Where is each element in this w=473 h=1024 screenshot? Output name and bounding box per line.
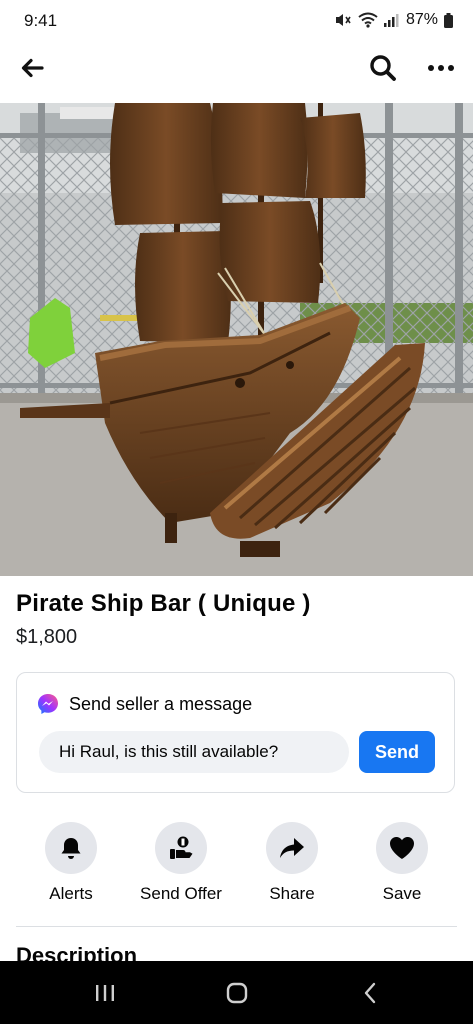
alerts-circle[interactable] bbox=[45, 822, 97, 874]
wifi-icon bbox=[358, 12, 378, 28]
listing-title: Pirate Ship Bar ( Unique ) bbox=[16, 590, 311, 617]
battery-icon bbox=[444, 12, 453, 28]
save-button[interactable]: Save bbox=[347, 822, 457, 904]
send-offer-button[interactable]: Send Offer bbox=[126, 822, 236, 904]
more-icon bbox=[428, 65, 454, 71]
back-button[interactable] bbox=[12, 48, 52, 88]
share-icon bbox=[280, 838, 304, 858]
status-icons: 87% bbox=[334, 11, 453, 29]
send-button[interactable]: Send bbox=[359, 731, 435, 773]
share-label: Share bbox=[269, 884, 315, 903]
more-button[interactable] bbox=[421, 48, 461, 88]
alerts-label: Alerts bbox=[49, 884, 93, 903]
listing-photo[interactable] bbox=[0, 103, 473, 576]
recents-icon bbox=[96, 985, 114, 1001]
send-offer-label: Send Offer bbox=[140, 884, 222, 903]
divider bbox=[16, 926, 457, 927]
message-input[interactable] bbox=[39, 731, 349, 773]
save-circle[interactable] bbox=[376, 822, 428, 874]
recents-button[interactable] bbox=[85, 977, 125, 1009]
signal-icon bbox=[383, 14, 399, 27]
message-header-text: Send seller a message bbox=[69, 693, 253, 714]
back-arrow-icon bbox=[21, 58, 44, 78]
message-header: Send seller a message bbox=[37, 693, 252, 715]
app-bar bbox=[0, 44, 473, 100]
home-button[interactable] bbox=[217, 977, 257, 1009]
message-seller-card: Send seller a message Send bbox=[16, 672, 455, 793]
save-label: Save bbox=[382, 884, 422, 903]
search-icon bbox=[370, 55, 396, 81]
bell-icon bbox=[61, 838, 81, 859]
action-row: Alerts Send Offer Share Save bbox=[16, 822, 457, 912]
back-icon bbox=[364, 982, 376, 1004]
nav-back-button[interactable] bbox=[350, 977, 390, 1009]
share-circle[interactable] bbox=[266, 822, 318, 874]
mute-icon bbox=[335, 14, 351, 26]
pirate-ship-image bbox=[0, 103, 473, 576]
messenger-icon bbox=[38, 694, 58, 714]
status-bar: 9:41 87% bbox=[0, 0, 473, 44]
alerts-button[interactable]: Alerts bbox=[16, 822, 126, 904]
home-icon bbox=[226, 982, 248, 1004]
battery-percent: 87% bbox=[405, 11, 438, 28]
search-button[interactable] bbox=[363, 48, 403, 88]
system-nav-bar bbox=[0, 961, 473, 1024]
send-offer-circle[interactable] bbox=[155, 822, 207, 874]
status-time: 9:41 bbox=[24, 11, 58, 30]
heart-icon bbox=[390, 837, 414, 859]
listing-price: $1,800 bbox=[16, 626, 78, 648]
share-button[interactable]: Share bbox=[237, 822, 347, 904]
send-offer-icon bbox=[170, 836, 193, 859]
